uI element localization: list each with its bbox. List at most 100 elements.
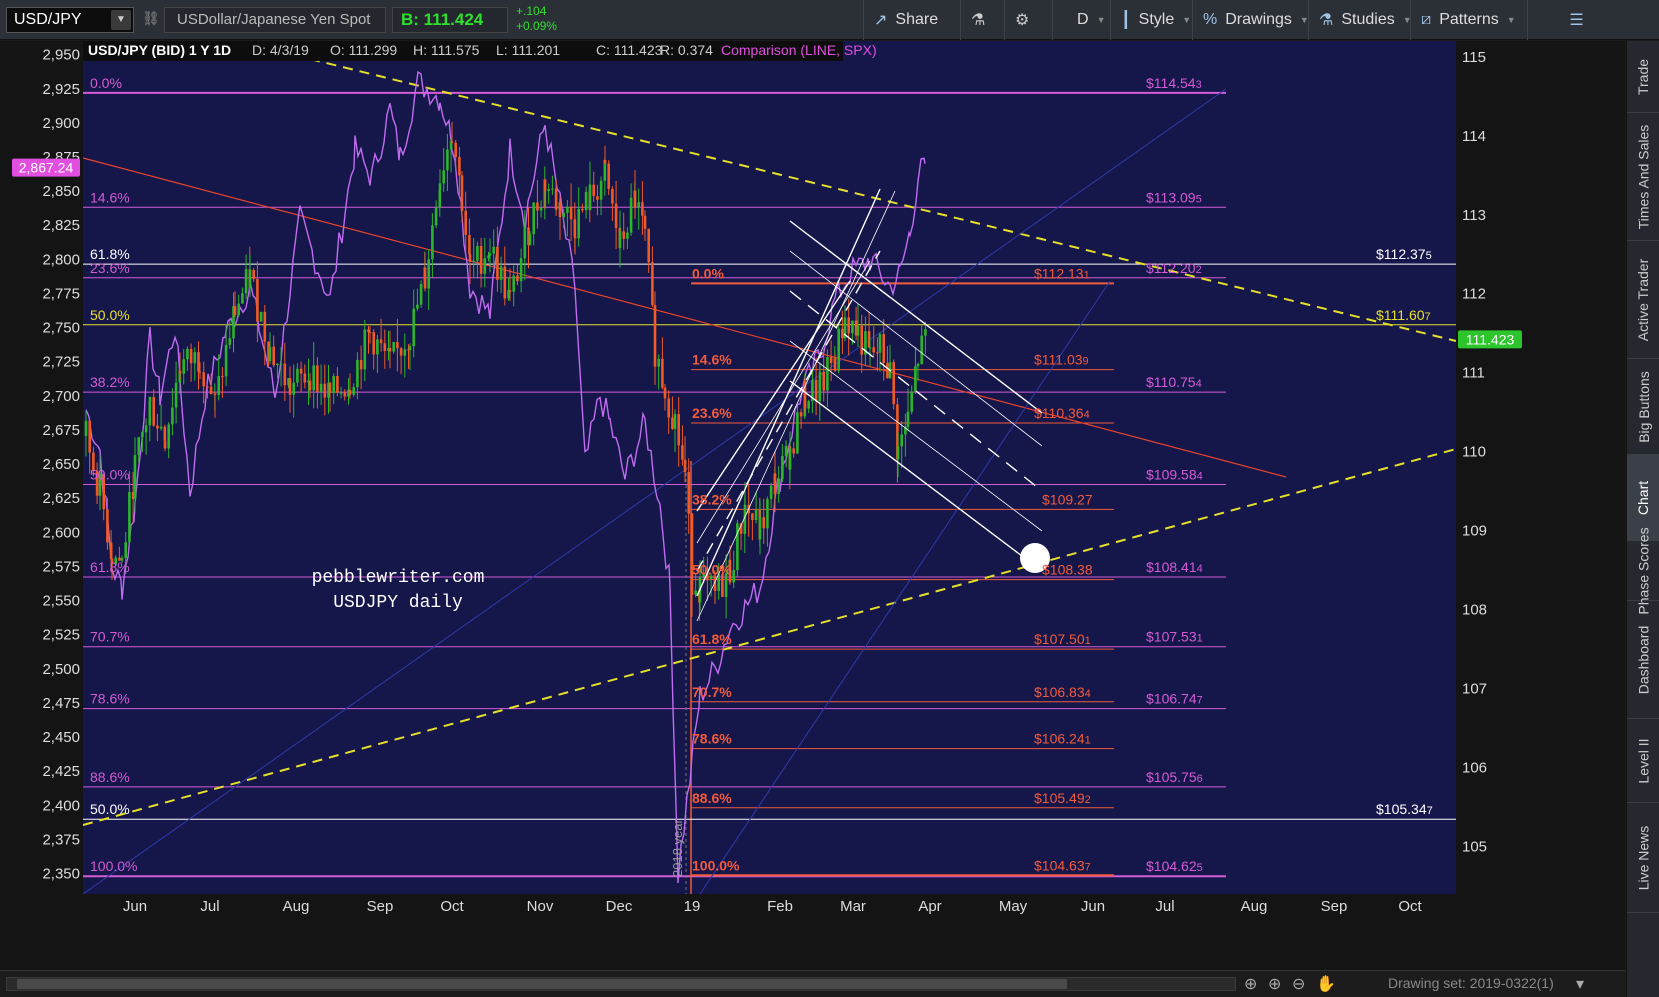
rail-tab-big-buttons[interactable]: Big Buttons <box>1627 359 1659 455</box>
link-icon[interactable]: ⛓ <box>142 10 160 27</box>
candle-body <box>543 179 547 191</box>
candle-body <box>626 232 629 239</box>
fib-short-price: $111.039 <box>1034 352 1089 368</box>
candle-body <box>388 348 392 352</box>
candle-body <box>152 396 155 426</box>
candle-body <box>732 570 735 583</box>
left-axis-tick: 2,475 <box>42 695 80 712</box>
x-axis-tick: Sep <box>1321 898 1348 915</box>
studies-button[interactable]: ⚗ Studies ▼ <box>1308 0 1422 40</box>
fib-long-pct: 61.8% <box>90 559 130 575</box>
candle-body <box>141 432 144 438</box>
candle-body <box>690 513 694 595</box>
candle-body <box>221 376 224 378</box>
menu-button[interactable]: ☰ <box>1527 0 1625 40</box>
zoom-out-icon[interactable]: ⊖ <box>1292 974 1305 994</box>
rail-tab-active-trader[interactable]: Active Trader <box>1627 241 1659 359</box>
candle-body <box>252 270 255 279</box>
chart-header-range: R: 0.374 <box>660 42 713 58</box>
rail-tab-times-and-sales[interactable]: Times And Sales <box>1627 113 1659 241</box>
candle-body <box>569 206 573 220</box>
candlestick-icon: ┃ <box>1121 12 1131 29</box>
crosshair-icon[interactable]: ⊕ <box>1244 974 1257 994</box>
rail-tab-dashboard[interactable]: Dashboard <box>1627 601 1659 719</box>
share-button[interactable]: ↗ Share <box>863 0 948 40</box>
rail-tab-phase-scores[interactable]: Phase Scores <box>1627 527 1659 614</box>
candle-body <box>233 306 237 316</box>
fib-short-pct: 50.0% <box>692 562 732 578</box>
patterns-button[interactable]: ⧄ Patterns ▼ <box>1410 0 1526 40</box>
left-axis-tick: 2,650 <box>42 456 80 473</box>
fib-short-pct: 61.8% <box>692 631 732 647</box>
drawings-button[interactable]: % Drawings ▼ <box>1192 0 1319 40</box>
chevron-down-icon: ▼ <box>1182 15 1192 25</box>
candle-body <box>450 141 454 143</box>
left-axis-tick: 2,375 <box>42 831 80 848</box>
zoom-in-icon[interactable]: ⊕ <box>1268 974 1281 994</box>
candle-body <box>186 348 189 360</box>
chart-header-date: D: 4/3/19 <box>252 42 309 58</box>
candle-body <box>784 445 788 456</box>
left-axis-tick: 2,900 <box>42 115 80 132</box>
x-axis-tick: Oct <box>1398 898 1422 915</box>
fib-yellow-pct: 50.0% <box>90 307 130 323</box>
hand-icon[interactable]: ✋ <box>1316 974 1336 994</box>
chevron-down-icon: ▼ <box>1096 15 1106 25</box>
left-axis-tick: 2,750 <box>42 320 80 337</box>
scrollbar-thumb[interactable] <box>17 979 1067 989</box>
candle-body <box>516 275 519 282</box>
right-axis-tick: 111 <box>1462 365 1485 382</box>
rail-tab-level-ii[interactable]: Level II <box>1627 719 1659 803</box>
rail-tab-live-news[interactable]: Live News <box>1627 803 1659 913</box>
candle-body <box>248 270 252 288</box>
x-axis-tick: Jul <box>200 898 219 915</box>
price-chart[interactable]: 0.0% $114.543 14.6% $113.095 23.6% $112.202 38… <box>0 41 1625 971</box>
candle-body <box>713 585 717 591</box>
horizontal-scrollbar[interactable] <box>6 977 1236 991</box>
candle-body <box>379 339 383 344</box>
candle-body <box>916 364 920 367</box>
candle-body <box>629 197 633 233</box>
settings-button[interactable]: ⚙ <box>1004 0 1050 40</box>
x-axis-tick: Feb <box>767 898 793 915</box>
gear-icon: ⚙ <box>1015 12 1030 29</box>
rail-tab-trade[interactable]: Trade <box>1627 41 1659 113</box>
chevron-down-icon[interactable]: ▼ <box>111 10 131 30</box>
candle-body <box>653 305 657 367</box>
period-label: D <box>1077 11 1089 28</box>
fib-white-price: $105.347 <box>1376 801 1433 817</box>
left-axis-tick: 2,850 <box>42 183 80 200</box>
candle-body <box>352 387 355 395</box>
candle-body <box>914 366 917 392</box>
fib-short-price: $105.492 <box>1034 790 1091 806</box>
candle-body <box>368 332 372 334</box>
style-button[interactable]: ┃ Style ▼ <box>1110 0 1201 40</box>
share-label: Share <box>895 11 939 28</box>
right-axis-tick: 112 <box>1462 286 1486 303</box>
candle-body <box>920 335 923 365</box>
chevron-down-icon[interactable]: ▾ <box>1576 974 1584 994</box>
candle-body <box>878 334 882 353</box>
flask-button[interactable]: ⚗ <box>960 0 1002 40</box>
left-axis-tick: 2,700 <box>42 388 80 405</box>
rail-tab-label: Chart <box>1635 480 1652 515</box>
candle-body <box>178 370 182 374</box>
candle-body <box>476 246 479 261</box>
fib-short-price: $112.131 <box>1034 265 1090 281</box>
rail-tab-label: Big Buttons <box>1635 370 1652 443</box>
candle-body <box>224 344 228 377</box>
candle-body <box>566 206 569 213</box>
candle-body <box>872 347 875 353</box>
candle-body <box>292 382 295 395</box>
candle-body <box>554 188 558 210</box>
candle-body <box>372 332 375 355</box>
flask-icon: ⚗ <box>971 12 986 29</box>
symbol-input[interactable]: USD/JPY ▼ <box>6 7 134 33</box>
chart-area[interactable]: 0.0% $114.543 14.6% $113.095 23.6% $112.202 38… <box>0 41 1625 997</box>
patterns-label: Patterns <box>1439 11 1499 28</box>
period-button[interactable]: D ▼ <box>1052 0 1108 40</box>
candle-body <box>403 349 407 356</box>
candle-body <box>796 412 799 454</box>
candle-body <box>694 590 697 595</box>
chart-header-open: O: 111.299 <box>330 42 397 58</box>
